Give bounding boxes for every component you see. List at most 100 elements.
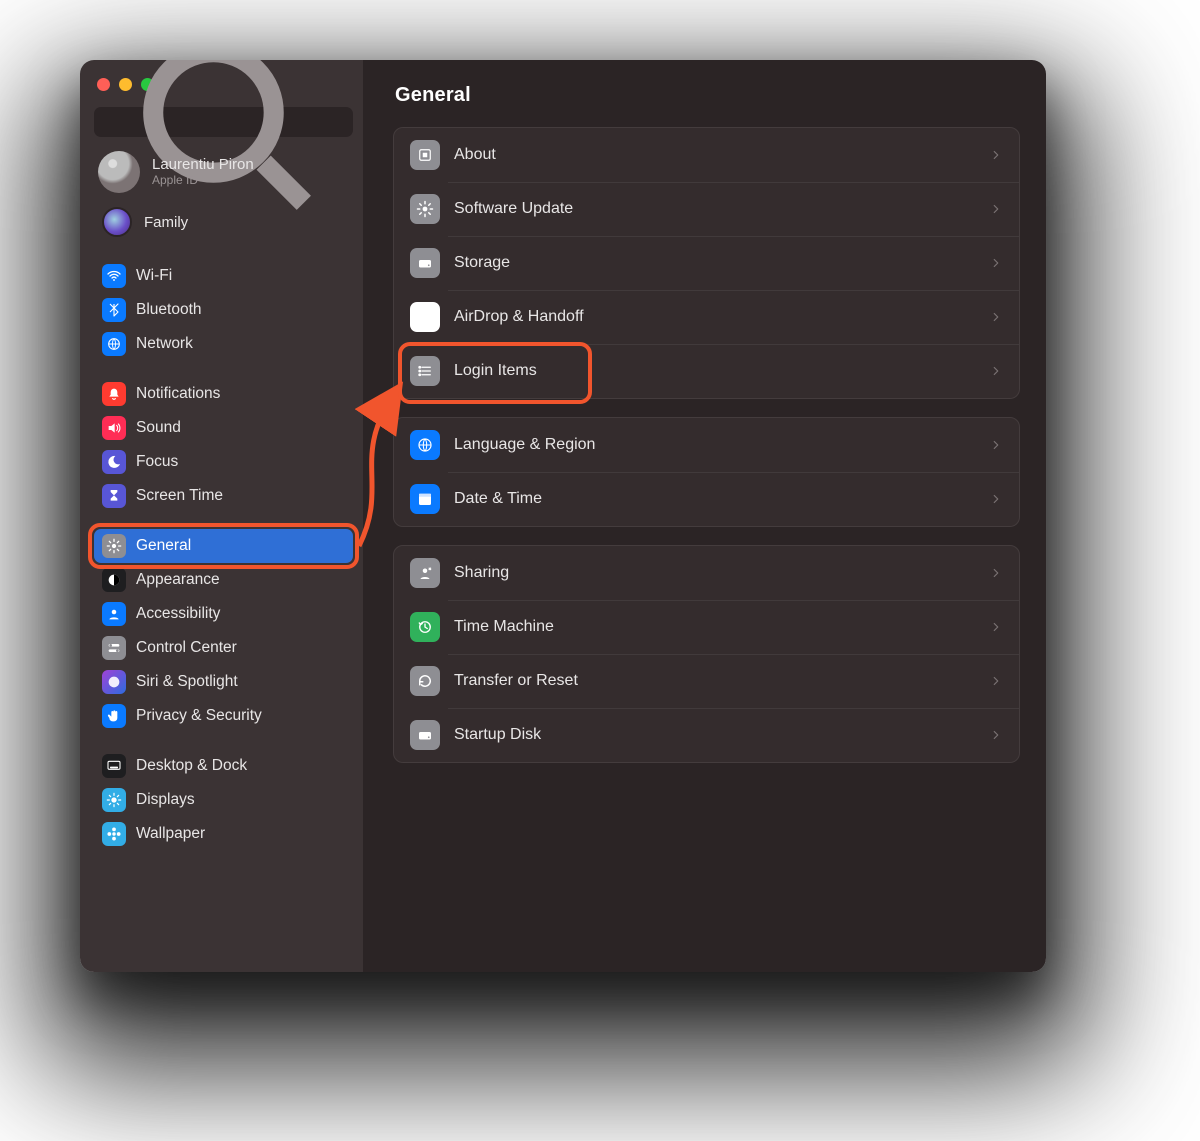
sidebar-item-label: Privacy & Security: [136, 707, 262, 725]
calendar-icon: [410, 484, 440, 514]
speaker-icon: [102, 416, 126, 440]
sidebar-item-appearance[interactable]: Appearance: [94, 563, 353, 597]
sidebar-item-label: Siri & Spotlight: [136, 673, 238, 691]
share-icon: [410, 558, 440, 588]
sidebar-item-general[interactable]: General: [94, 529, 353, 563]
sidebar-item-accessibility[interactable]: Accessibility: [94, 597, 353, 631]
settings-row-airdrop[interactable]: AirDrop & Handoff: [394, 290, 1019, 344]
bluetooth-icon: [102, 298, 126, 322]
page-title: General: [395, 84, 1020, 107]
settings-row-storage[interactable]: Storage: [394, 236, 1019, 290]
settings-row-language[interactable]: Language & Region: [394, 418, 1019, 472]
switches-icon: [102, 636, 126, 660]
sidebar-item-label: Notifications: [136, 385, 220, 403]
gear-icon: [102, 534, 126, 558]
sidebar-item-label: Accessibility: [136, 605, 220, 623]
sidebar-item-wallpaper[interactable]: Wallpaper: [94, 817, 353, 851]
search-input[interactable]: [352, 113, 356, 131]
sidebar-item-label: Network: [136, 335, 193, 353]
settings-row-about[interactable]: About: [394, 128, 1019, 182]
chevron-right-icon: [989, 674, 1003, 688]
settings-row-label: Transfer or Reset: [454, 672, 578, 690]
family-avatar-icon: [102, 207, 132, 237]
sidebar-item-displays[interactable]: Displays: [94, 783, 353, 817]
sidebar-item-siri[interactable]: Siri & Spotlight: [94, 665, 353, 699]
settings-row-label: Date & Time: [454, 490, 542, 508]
list-icon: [410, 356, 440, 386]
ccw-icon: [410, 666, 440, 696]
apple-id-row[interactable]: Laurentiu Piron Apple ID: [94, 137, 353, 201]
flower-icon: [102, 822, 126, 846]
system-settings-window: Laurentiu Piron Apple ID Family Wi-Fi Blu…: [80, 60, 1046, 972]
siri-icon: [102, 670, 126, 694]
sidebar-item-controlcenter[interactable]: Control Center: [94, 631, 353, 665]
globe-icon: [102, 332, 126, 356]
settings-row-startup[interactable]: Startup Disk: [394, 708, 1019, 762]
sidebar-item-label: Appearance: [136, 571, 220, 589]
wifi-icon: [102, 264, 126, 288]
bell-icon: [102, 382, 126, 406]
chevron-right-icon: [989, 202, 1003, 216]
family-label: Family: [144, 214, 188, 231]
sidebar-item-desktop[interactable]: Desktop & Dock: [94, 749, 353, 783]
chevron-right-icon: [989, 438, 1003, 452]
sidebar-item-bluetooth[interactable]: Bluetooth: [94, 293, 353, 327]
sidebar-item-focus[interactable]: Focus: [94, 445, 353, 479]
chevron-right-icon: [989, 364, 1003, 378]
sun-icon: [102, 788, 126, 812]
settings-row-transfer[interactable]: Transfer or Reset: [394, 654, 1019, 708]
settings-row-label: Language & Region: [454, 436, 595, 454]
gear-icon: [410, 194, 440, 224]
settings-row-label: AirDrop & Handoff: [454, 308, 584, 326]
appearance-icon: [102, 568, 126, 592]
family-row[interactable]: Family: [94, 201, 353, 255]
search-field[interactable]: [94, 107, 353, 137]
settings-row-label: Login Items: [454, 362, 537, 380]
hourglass-icon: [102, 484, 126, 508]
settings-row-label: Storage: [454, 254, 510, 272]
sidebar-item-label: Focus: [136, 453, 178, 471]
sidebar: Laurentiu Piron Apple ID Family Wi-Fi Blu…: [80, 60, 363, 972]
settings-row-sharing[interactable]: Sharing: [394, 546, 1019, 600]
settings-row-label: Startup Disk: [454, 726, 541, 744]
sidebar-item-label: Wi-Fi: [136, 267, 172, 285]
settings-row-timemachine[interactable]: Time Machine: [394, 600, 1019, 654]
sidebar-item-network[interactable]: Network: [94, 327, 353, 361]
sidebar-item-label: Sound: [136, 419, 181, 437]
settings-row-label: Software Update: [454, 200, 573, 218]
moon-icon: [102, 450, 126, 474]
chevron-right-icon: [989, 256, 1003, 270]
sidebar-item-label: Screen Time: [136, 487, 223, 505]
sidebar-item-screentime[interactable]: Screen Time: [94, 479, 353, 513]
settings-row-label: Time Machine: [454, 618, 554, 636]
sidebar-item-label: Displays: [136, 791, 195, 809]
dock-icon: [102, 754, 126, 778]
main-pane: General About Software Update Storage AirDr…: [363, 60, 1046, 972]
sidebar-item-label: Wallpaper: [136, 825, 205, 843]
sidebar-item-sound[interactable]: Sound: [94, 411, 353, 445]
settings-row-datetime[interactable]: Date & Time: [394, 472, 1019, 526]
drive-icon: [410, 248, 440, 278]
avatar: [98, 151, 140, 193]
sidebar-nav: Wi-Fi Bluetooth Network Notifications Sound F…: [94, 255, 353, 867]
globe-icon: [410, 430, 440, 460]
settings-row-login[interactable]: Login Items: [394, 344, 1019, 398]
chip-icon: [410, 140, 440, 170]
sidebar-item-privacy[interactable]: Privacy & Security: [94, 699, 353, 733]
sidebar-item-notifications[interactable]: Notifications: [94, 377, 353, 411]
chevron-right-icon: [989, 310, 1003, 324]
sidebar-item-label: Control Center: [136, 639, 237, 657]
chevron-right-icon: [989, 728, 1003, 742]
drive-icon: [410, 720, 440, 750]
settings-row-label: About: [454, 146, 496, 164]
settings-row-swupdate[interactable]: Software Update: [394, 182, 1019, 236]
chevron-right-icon: [989, 148, 1003, 162]
clockcw-icon: [410, 612, 440, 642]
account-name: Laurentiu Piron: [152, 157, 254, 174]
person-icon: [102, 602, 126, 626]
airdrop-icon: [410, 302, 440, 332]
settings-row-label: Sharing: [454, 564, 509, 582]
sidebar-item-wifi[interactable]: Wi-Fi: [94, 259, 353, 293]
account-sub: Apple ID: [152, 173, 254, 187]
sidebar-item-label: Bluetooth: [136, 301, 202, 319]
